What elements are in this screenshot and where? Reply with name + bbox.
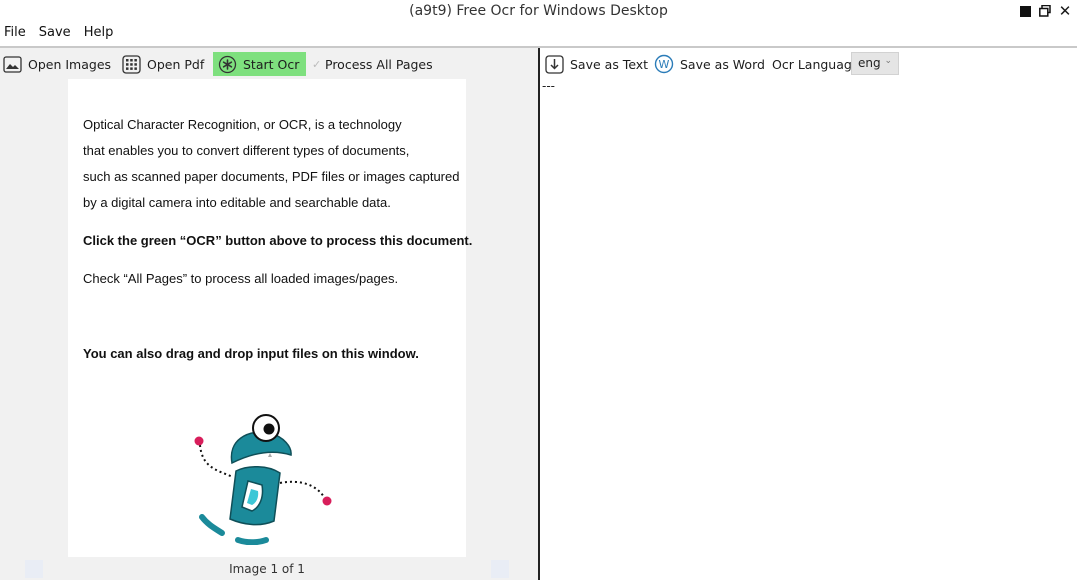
checkbox-icon: ✓ — [312, 58, 322, 71]
menu-bar: File Save Help — [0, 24, 122, 44]
start-ocr-label: Start Ocr — [243, 56, 300, 72]
image-counter: Image 1 of 1 — [229, 562, 305, 576]
window-title: (a9t9) Free Ocr for Windows Desktop — [409, 3, 668, 19]
document-preview: Optical Character Recognition, or OCR, i… — [68, 79, 472, 557]
ocr-output-text[interactable]: --- — [542, 79, 555, 93]
asterisk-icon — [217, 54, 237, 74]
document-line: such as scanned paper documents, PDF fil… — [83, 169, 460, 184]
ocr-language-label: Ocr Language — [772, 56, 860, 72]
document-line: Optical Character Recognition, or OCR, i… — [83, 117, 402, 132]
menu-help[interactable]: Help — [84, 24, 114, 44]
image-pane: Open Images Open Pdf Start Ocr ✓ Process… — [0, 48, 538, 580]
title-bar: (a9t9) Free Ocr for Windows Desktop ✕ — [0, 0, 1077, 22]
restore-icon — [1039, 5, 1051, 17]
ocr-language-value: eng — [858, 56, 881, 70]
output-pane: Save as Text W Save as Word Ocr Language… — [540, 48, 1077, 580]
process-all-pages-checkbox[interactable]: ✓ Process All Pages — [312, 52, 433, 76]
save-as-word-label: Save as Word — [680, 56, 765, 72]
next-page-button[interactable] — [491, 560, 509, 578]
document-line-bold: Click the green “OCR” button above to pr… — [83, 233, 473, 248]
document-line: that enables you to convert different ty… — [83, 143, 410, 158]
square-icon — [1019, 5, 1031, 17]
start-ocr-button[interactable]: Start Ocr — [213, 52, 306, 76]
save-as-text-label: Save as Text — [570, 56, 649, 72]
menu-file[interactable]: File — [4, 24, 26, 44]
svg-text:W: W — [659, 58, 670, 71]
open-images-button[interactable]: Open Images — [2, 52, 111, 76]
open-pdf-label: Open Pdf — [147, 56, 205, 72]
chevron-down-icon: ⌄ — [884, 56, 892, 66]
open-images-label: Open Images — [28, 56, 112, 72]
process-all-pages-label: Process All Pages — [325, 56, 433, 72]
pdf-grid-icon — [121, 54, 141, 74]
menu-save[interactable]: Save — [39, 24, 71, 44]
document-line: by a digital camera into editable and se… — [83, 195, 391, 210]
document-line: Check “All Pages” to process all loaded … — [83, 271, 399, 286]
document-line-bold: You can also drag and drop input files o… — [83, 346, 419, 361]
image-icon — [2, 54, 22, 74]
download-icon — [544, 54, 564, 74]
close-button[interactable]: ✕ — [1058, 2, 1072, 20]
close-icon: ✕ — [1058, 2, 1072, 20]
restore-button[interactable] — [1038, 4, 1052, 18]
save-as-text-button[interactable]: Save as Text — [544, 52, 648, 76]
open-pdf-button[interactable]: Open Pdf — [121, 52, 204, 76]
ocr-language-select[interactable]: eng ⌄ — [851, 52, 899, 75]
minimize-button[interactable] — [1018, 4, 1032, 18]
left-toolbar: Open Images Open Pdf Start Ocr ✓ Process… — [0, 52, 538, 76]
mascot-illustration — [194, 414, 332, 545]
save-as-word-button[interactable]: W Save as Word — [654, 52, 765, 76]
word-icon: W — [654, 54, 674, 74]
